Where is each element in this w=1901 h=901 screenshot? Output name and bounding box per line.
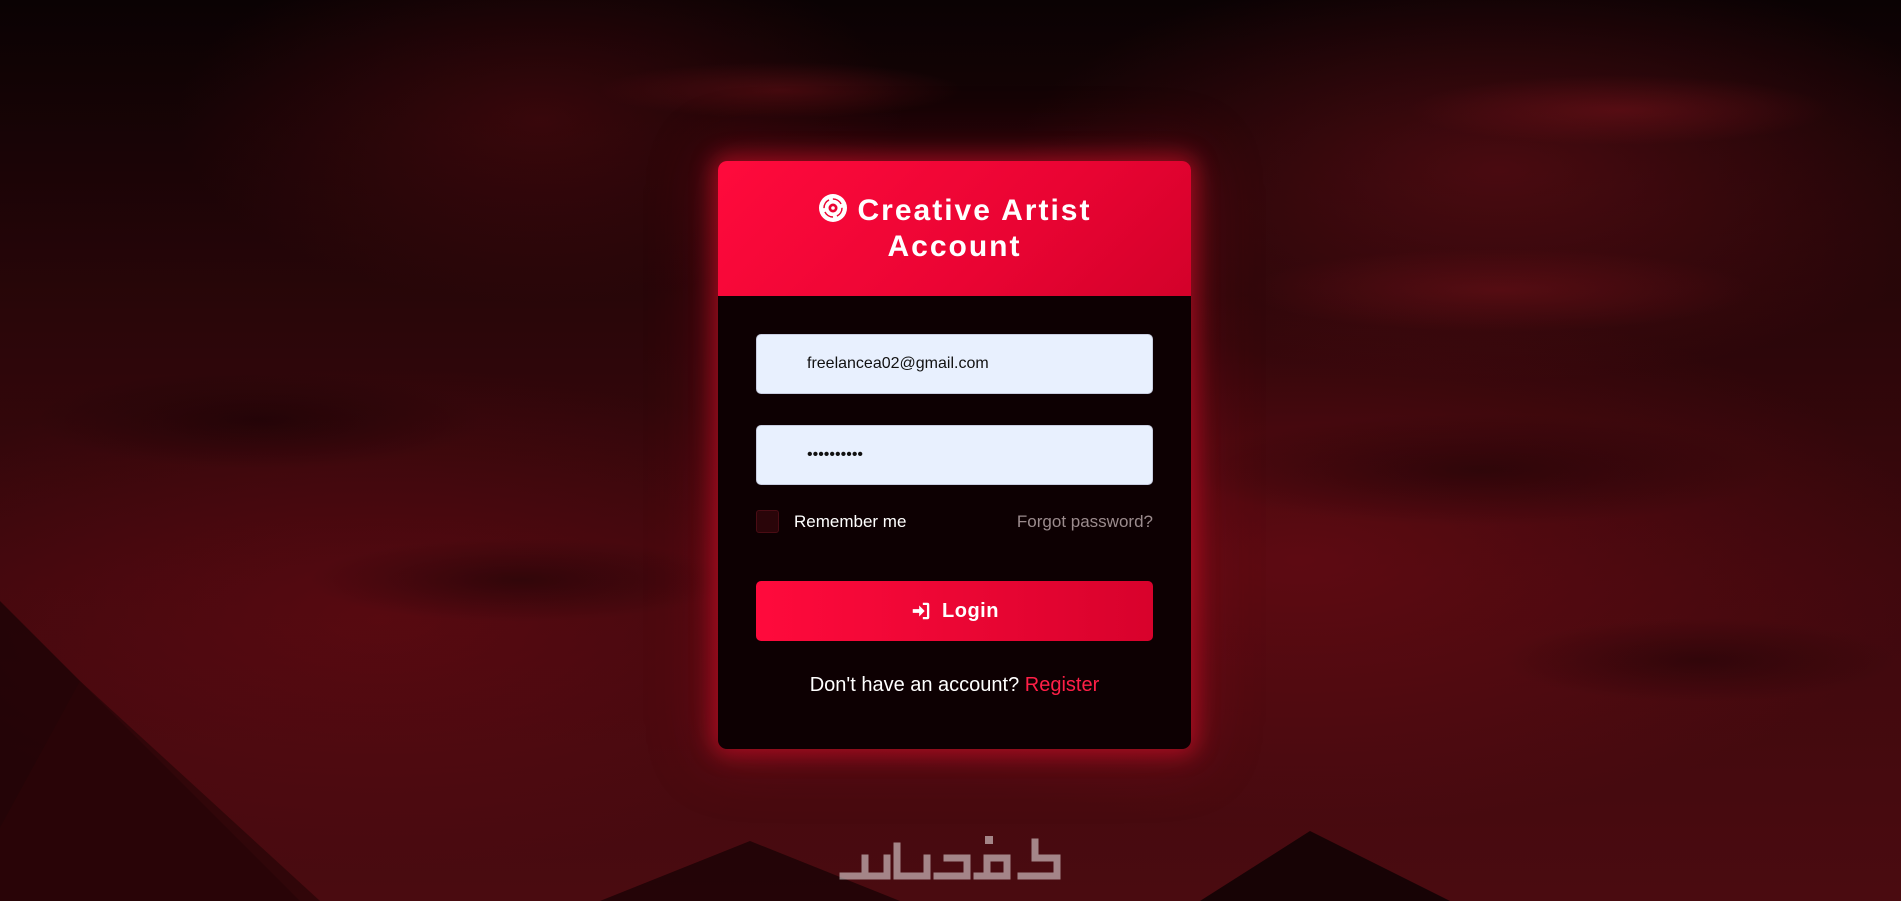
mountain-right [1200,831,1450,901]
remember-label: Remember me [794,511,907,531]
password-field[interactable] [756,425,1153,485]
card-body: Remember me Forgot password? Login Don't… [718,296,1191,697]
register-prompt: Don't have an account? [809,674,1020,696]
register-link[interactable]: Register [1025,674,1099,696]
email-field-wrapper [756,334,1153,394]
password-field-wrapper [756,425,1153,485]
card-title: Creative Artist Account [795,193,1115,265]
card-header: Creative Artist Account [718,161,1191,296]
register-row: Don't have an account? Register [756,674,1153,697]
login-card: Creative Artist Account Remember me Forg… [718,161,1191,749]
page-background: Creative Artist Account Remember me Forg… [0,0,1901,901]
email-field[interactable] [756,334,1153,394]
remember-checkbox[interactable] [756,510,779,533]
sign-in-icon [912,602,930,620]
login-label: Login [942,599,999,622]
login-button[interactable]: Login [756,581,1153,641]
remember-me[interactable]: Remember me [756,510,906,533]
forgot-password-link[interactable]: Forgot password? [1017,512,1153,532]
vinyl-record-icon [818,193,847,222]
card-title-text: Creative Artist Account [857,193,1092,263]
mountain-left-back [0,681,320,901]
options-row: Remember me Forgot password? [756,510,1153,533]
khamsat-watermark-logo [839,836,1061,880]
